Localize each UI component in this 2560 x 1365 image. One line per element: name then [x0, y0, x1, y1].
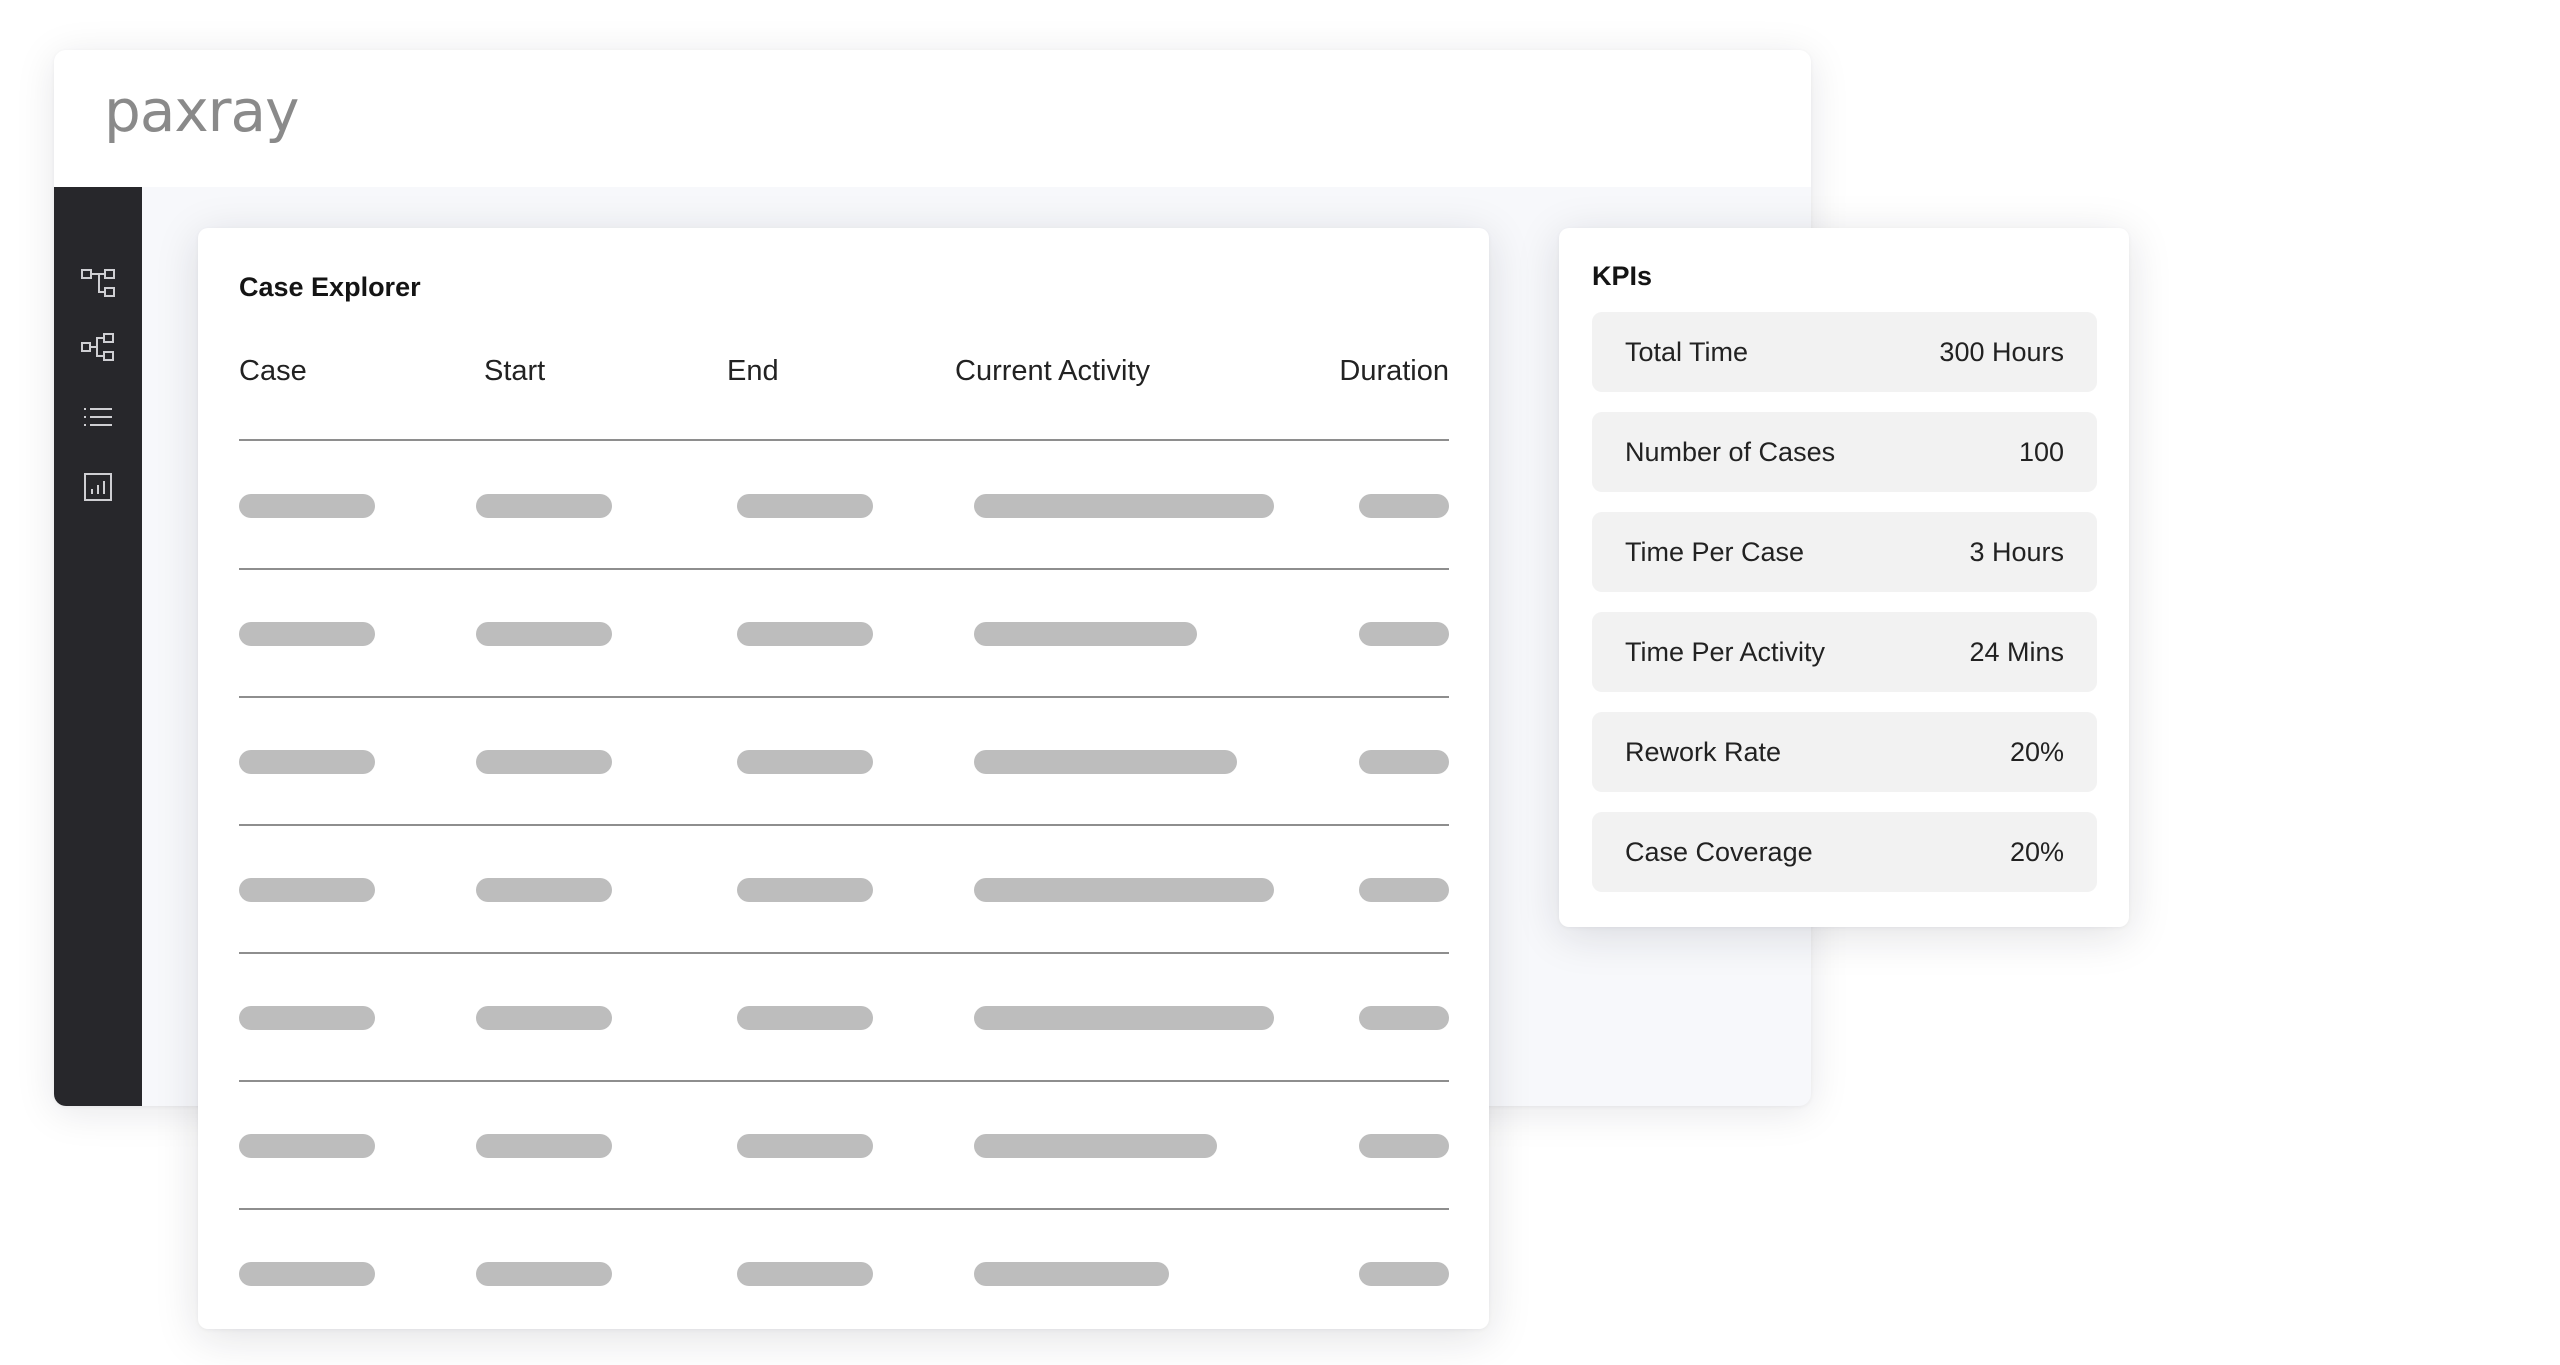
skeleton-activity — [974, 1262, 1169, 1286]
skeleton-duration — [1359, 878, 1449, 902]
skeleton-duration — [1359, 622, 1449, 646]
skeleton-activity — [974, 1134, 1217, 1158]
skeleton-end — [737, 494, 873, 518]
kpi-label: Rework Rate — [1625, 736, 1782, 767]
case-explorer-title: Case Explorer — [239, 272, 421, 302]
skeleton-activity — [974, 622, 1197, 646]
skeleton-end — [737, 1006, 873, 1030]
kpi-title: KPIs — [1592, 261, 1653, 291]
kpi-number-of-cases[interactable]: Number of Cases 100 — [1592, 412, 2097, 492]
skeleton-case — [239, 494, 375, 518]
app-header: paxray — [54, 50, 1811, 187]
skeleton-end — [737, 1134, 873, 1158]
skeleton-end — [737, 750, 873, 774]
kpi-panel: KPIs Total Time 300 Hours Number of Case… — [1559, 228, 2129, 927]
skeleton-duration — [1359, 1006, 1449, 1030]
kpi-time-per-case[interactable]: Time Per Case 3 Hours — [1592, 512, 2097, 592]
skeleton-duration — [1359, 750, 1449, 774]
kpi-label: Time Per Case — [1625, 536, 1805, 567]
kpi-label: Time Per Activity — [1625, 636, 1826, 667]
skeleton-activity — [974, 494, 1274, 518]
variant-tree-icon[interactable] — [76, 325, 120, 369]
sidebar — [54, 187, 142, 1106]
kpi-total-time[interactable]: Total Time 300 Hours — [1592, 312, 2097, 392]
case-explorer-panel: Case Explorer Case Start End Current Act… — [198, 228, 1489, 1329]
skeleton-duration — [1359, 1262, 1449, 1286]
column-header-case[interactable]: Case — [239, 355, 307, 388]
skeleton-case — [239, 1262, 375, 1286]
skeleton-end — [737, 622, 873, 646]
skeleton-activity — [974, 1006, 1274, 1030]
process-map-icon[interactable] — [76, 261, 120, 305]
table-row[interactable] — [198, 697, 1489, 826]
skeleton-end — [737, 1262, 873, 1286]
kpi-value: 300 Hours — [1939, 336, 2064, 367]
kpi-label: Number of Cases — [1625, 436, 1836, 467]
column-header-end[interactable]: End — [727, 355, 779, 388]
kpi-label: Total Time — [1625, 336, 1749, 367]
skeleton-start — [476, 622, 612, 646]
kpi-rework-rate[interactable]: Rework Rate 20% — [1592, 712, 2097, 792]
kpi-value: 3 Hours — [1969, 536, 2064, 567]
report-chart-icon[interactable] — [76, 465, 120, 509]
kpi-value: 20% — [2009, 736, 2064, 767]
skeleton-start — [476, 750, 612, 774]
table-row[interactable] — [198, 1081, 1489, 1210]
skeleton-start — [476, 494, 612, 518]
skeleton-case — [239, 1006, 375, 1030]
skeleton-case — [239, 750, 375, 774]
list-icon[interactable] — [76, 395, 120, 439]
skeleton-start — [476, 1262, 612, 1286]
skeleton-activity — [974, 878, 1274, 902]
kpi-label: Case Coverage — [1625, 836, 1813, 867]
skeleton-case — [239, 878, 375, 902]
skeleton-duration — [1359, 1134, 1449, 1158]
skeleton-duration — [1359, 494, 1449, 518]
kpi-value: 20% — [2009, 836, 2064, 867]
kpi-value: 24 Mins — [1969, 636, 2064, 667]
skeleton-case — [239, 1134, 375, 1158]
column-header-start[interactable]: Start — [484, 355, 545, 388]
paxray-logo[interactable]: paxray — [104, 82, 299, 140]
skeleton-end — [737, 878, 873, 902]
skeleton-activity — [974, 750, 1237, 774]
table-row[interactable] — [198, 953, 1489, 1082]
skeleton-start — [476, 1006, 612, 1030]
kpi-value: 100 — [2018, 436, 2064, 467]
column-header-current-activity[interactable]: Current Activity — [955, 355, 1150, 388]
skeleton-case — [239, 622, 375, 646]
table-row[interactable] — [198, 569, 1489, 698]
skeleton-start — [476, 1134, 612, 1158]
table-row[interactable] — [198, 825, 1489, 954]
column-header-duration[interactable]: Duration — [1249, 355, 1449, 388]
table-row[interactable] — [198, 1209, 1489, 1337]
skeleton-start — [476, 878, 612, 902]
kpi-time-per-activity[interactable]: Time Per Activity 24 Mins — [1592, 612, 2097, 692]
kpi-case-coverage[interactable]: Case Coverage 20% — [1592, 812, 2097, 892]
table-row[interactable] — [198, 441, 1489, 570]
